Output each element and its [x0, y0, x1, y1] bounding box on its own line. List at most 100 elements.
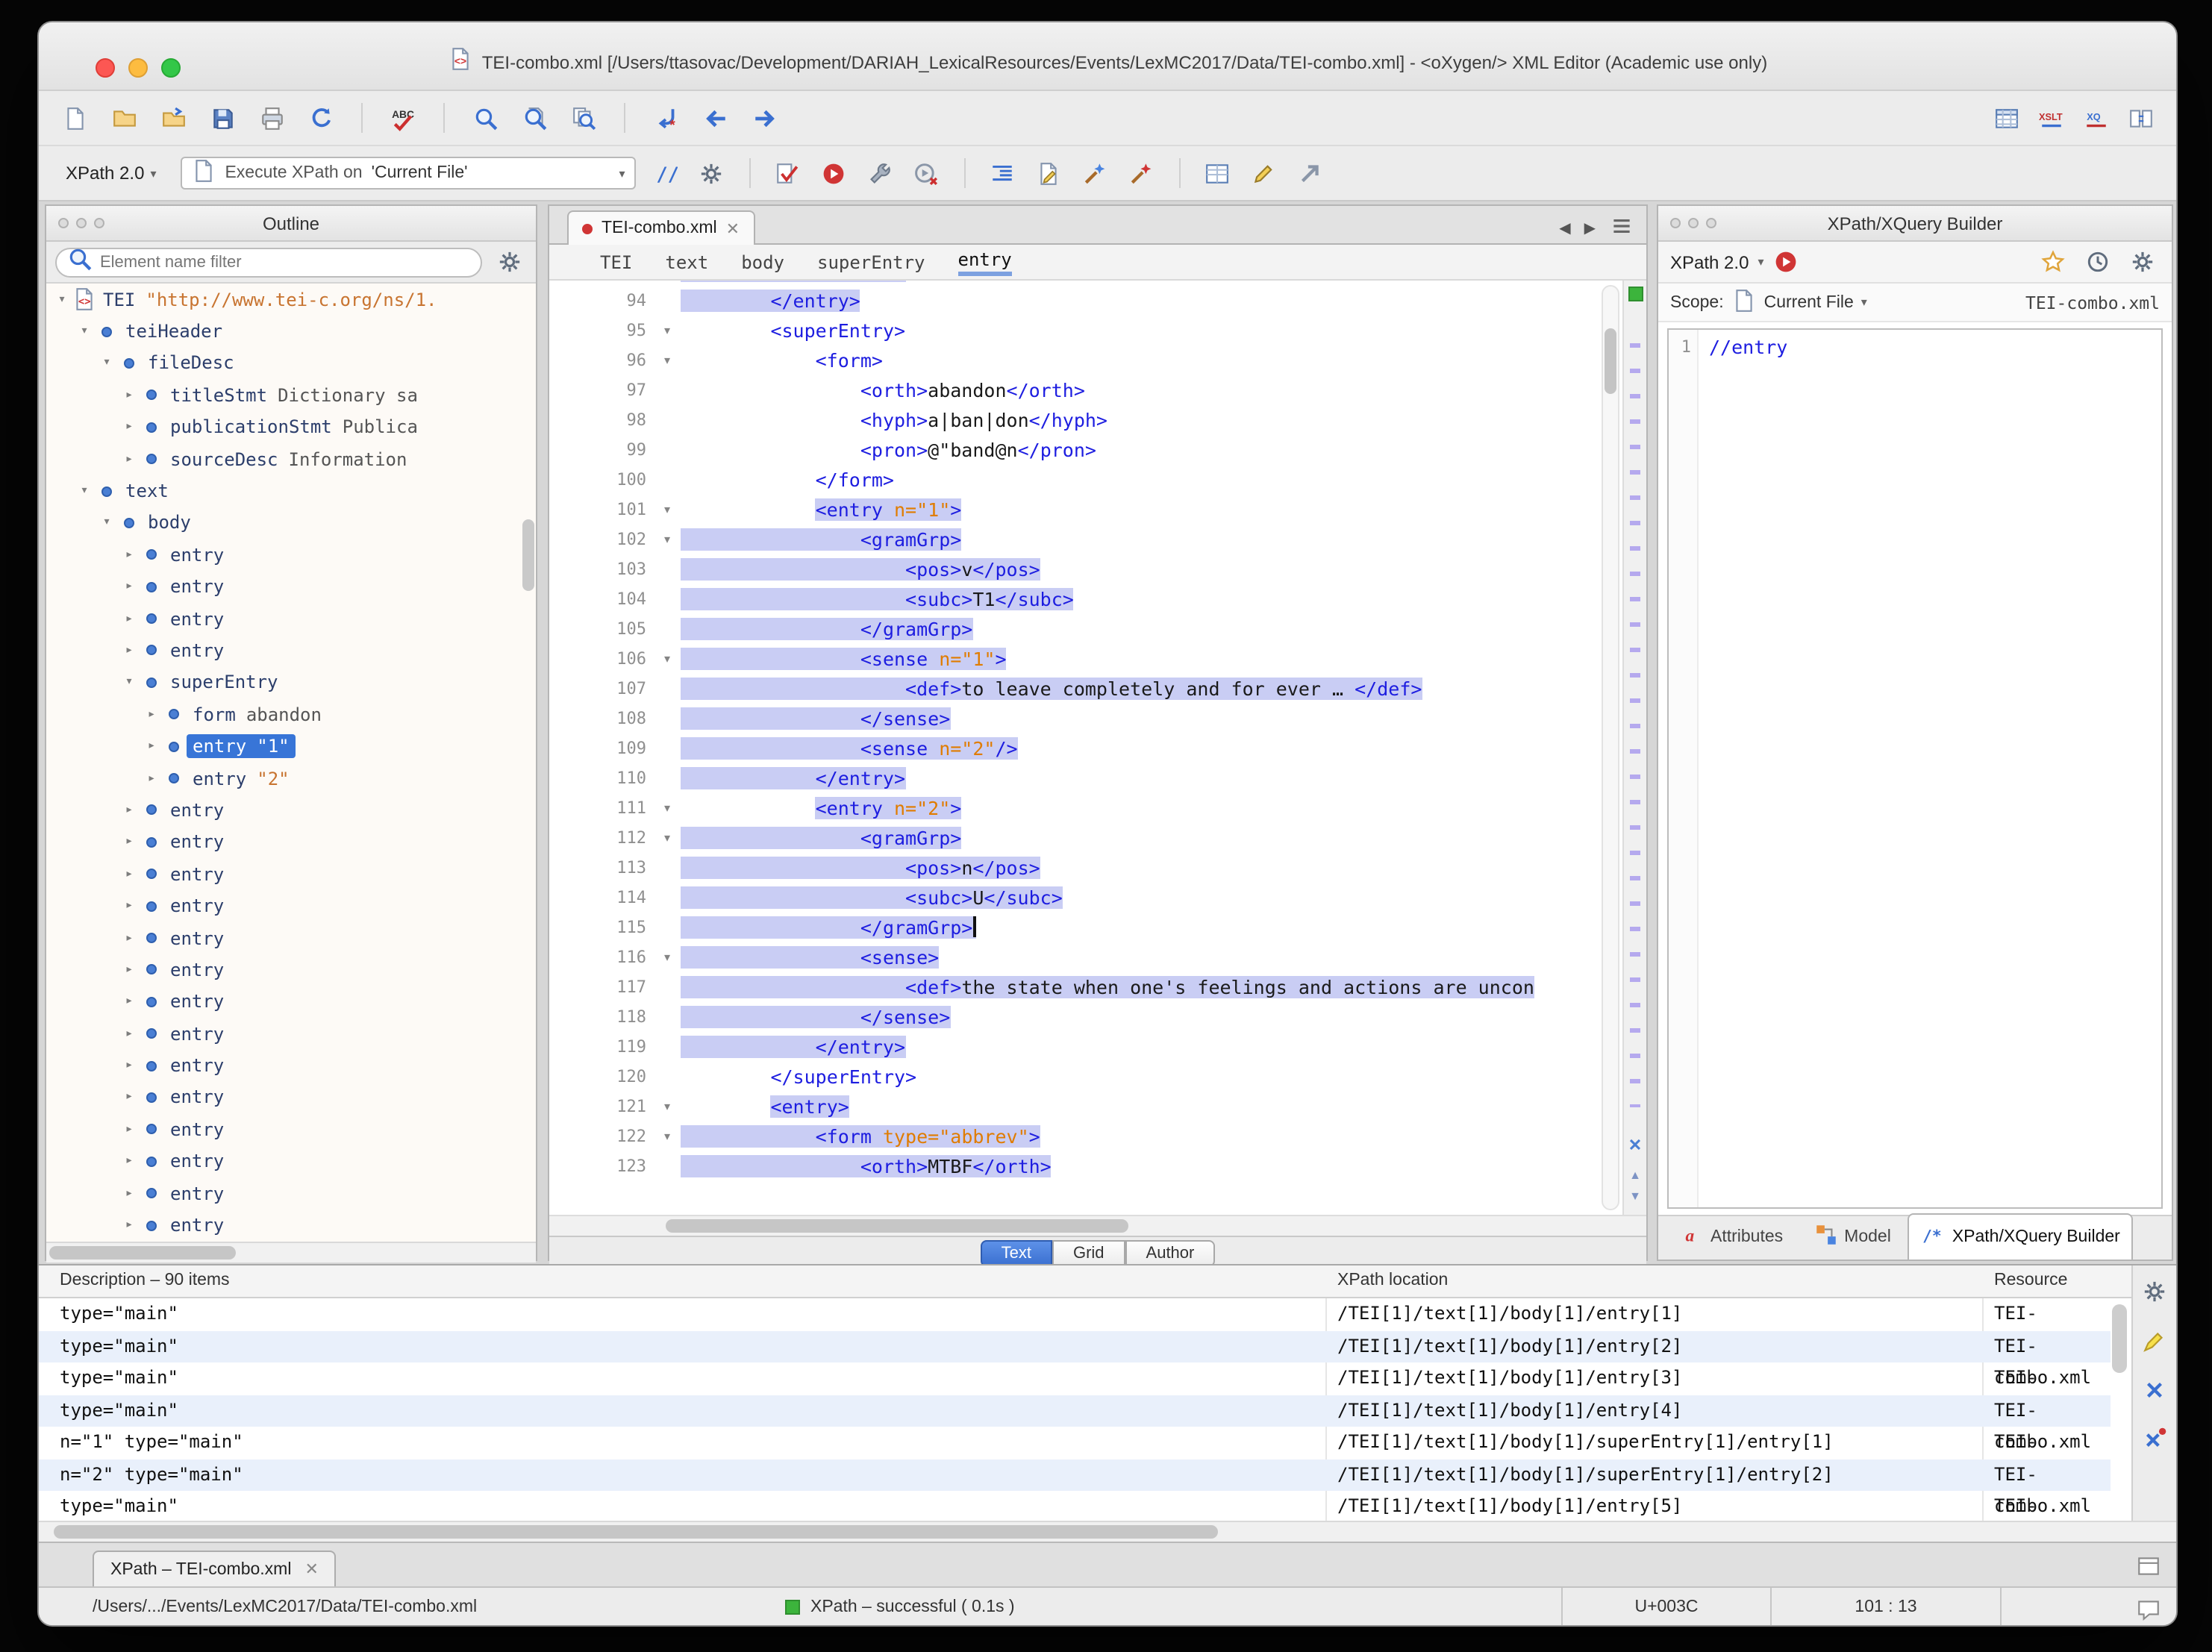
run-stop-icon[interactable] [908, 154, 944, 193]
wand-blue-icon[interactable] [1077, 154, 1113, 193]
outline-item-entry[interactable]: ▸entry [46, 922, 536, 954]
tree-twisty-icon[interactable]: ▸ [119, 1154, 139, 1168]
outline-item-teiHeader[interactable]: ▾teiHeader [46, 316, 536, 348]
tree-twisty-icon[interactable]: ▸ [119, 579, 139, 594]
code-line-120[interactable]: 120 </superEntry> [549, 1063, 1599, 1092]
run-xpath-icon[interactable] [1772, 243, 1799, 281]
outline-item-TEI[interactable]: ▾<>TEI"http://www.tei-c.org/ns/1. [46, 284, 536, 316]
tree-twisty-icon[interactable]: ▸ [119, 451, 139, 466]
search-in-files-icon[interactable] [566, 98, 602, 137]
outline-item-publicationStmt[interactable]: ▸publicationStmtPublica [46, 411, 536, 443]
outline-item-superEntry[interactable]: ▾superEntry [46, 666, 536, 698]
editor-horizontal-scrollbar[interactable] [549, 1215, 1646, 1236]
fold-toggle-icon[interactable]: ▾ [654, 346, 681, 376]
code-line-94[interactable]: 94 </entry> [549, 287, 1599, 316]
code-line-104[interactable]: 104 <subc>T1</subc> [549, 585, 1599, 615]
code-line-99[interactable]: 99 <pron>@"band@n</pron> [549, 436, 1599, 466]
settings-gear-icon[interactable] [2137, 1271, 2172, 1310]
column-resource[interactable]: Resource [1994, 1271, 2067, 1289]
editor-vertical-scrollbar[interactable] [1602, 285, 1619, 1210]
outline-item-entry[interactable]: ▸entry [46, 571, 536, 603]
tree-twisty-icon[interactable]: ▸ [119, 995, 139, 1010]
search-in-file-icon[interactable] [516, 98, 552, 137]
xquery-debugger-icon[interactable]: XQ [2078, 98, 2113, 137]
tree-twisty-icon[interactable]: ▾ [75, 484, 94, 498]
tree-twisty-icon[interactable]: ▸ [119, 611, 139, 626]
breadcrumb-item-superEntry[interactable]: superEntry [817, 251, 925, 272]
code-line-108[interactable]: 108 </sense> [549, 704, 1599, 734]
code-line-109[interactable]: 109 <sense n="2"/> [549, 734, 1599, 764]
forward-icon[interactable] [746, 98, 782, 137]
clear-icon[interactable] [2137, 1370, 2172, 1409]
outline-item-entry[interactable]: ▸entry [46, 795, 536, 827]
tree-twisty-icon[interactable]: ▸ [119, 643, 139, 658]
tree-twisty-icon[interactable]: ▸ [119, 388, 139, 403]
outline-item-entry[interactable]: ▸entry"2" [46, 763, 536, 795]
fold-toggle-icon[interactable]: ▾ [654, 943, 681, 973]
outline-item-entry[interactable]: ▸entry [46, 1050, 536, 1082]
results-vertical-scrollbar[interactable] [2112, 1304, 2127, 1373]
xpath-expression-combo[interactable]: Execute XPath on 'Current File' ▾ [180, 157, 635, 190]
gear-icon[interactable] [693, 154, 729, 193]
compare-icon[interactable] [2122, 98, 2158, 137]
fold-toggle-icon[interactable]: ▾ [654, 1092, 681, 1122]
table-icon[interactable] [1199, 154, 1235, 193]
spell-check-icon[interactable]: ABC [385, 98, 421, 137]
result-row-4[interactable]: type="main"/TEI[1]/text[1]/body[1]/entry… [39, 1395, 2111, 1427]
code-line-105[interactable]: 105 </gramGrp> [549, 615, 1599, 645]
tree-twisty-icon[interactable]: ▸ [119, 1186, 139, 1201]
xpath-expression-editor[interactable]: 1 //entry [1667, 328, 2163, 1209]
fold-toggle-icon[interactable]: ▾ [654, 525, 681, 555]
editor-list-icon[interactable] [1609, 213, 1634, 243]
mode-button-text[interactable]: Text [981, 1239, 1052, 1266]
settings-gear-icon[interactable] [2124, 243, 2160, 281]
tree-twisty-icon[interactable]: ▸ [119, 548, 139, 563]
code-line-102[interactable]: 102▾ <gramGrp> [549, 525, 1599, 555]
outline-item-entry[interactable]: ▸entry [46, 635, 536, 667]
editor-area[interactable]: 93 </sense>94 </entry>95▾ <superEntry>96… [549, 281, 1646, 1215]
code-line-117[interactable]: 117 <def>the state when one's feelings a… [549, 973, 1599, 1003]
wrench-icon[interactable] [862, 154, 898, 193]
pencil-icon[interactable] [1246, 154, 1281, 193]
outline-item-sourceDesc[interactable]: ▸sourceDescInformation [46, 443, 536, 475]
mode-button-author[interactable]: Author [1125, 1239, 1216, 1266]
code-line-98[interactable]: 98 <hyph>a|ban|don</hyph> [549, 406, 1599, 436]
clear-highlights-icon[interactable]: ✕ [1624, 1136, 1646, 1155]
breadcrumb-item-entry[interactable]: entry [958, 248, 1012, 275]
outline-item-entry[interactable]: ▸entry [46, 539, 536, 571]
outline-settings-gear-icon[interactable] [491, 243, 527, 281]
scope-select[interactable]: Current File [1764, 293, 1854, 311]
code-line-103[interactable]: 103 <pos>v</pos> [549, 555, 1599, 585]
outline-item-form[interactable]: ▸formabandon [46, 698, 536, 730]
outline-item-titleStmt[interactable]: ▸titleStmtDictionary sa [46, 379, 536, 411]
code-line-101[interactable]: 101▾ <entry n="1"> [549, 495, 1599, 525]
tree-twisty-icon[interactable]: ▾ [119, 675, 139, 690]
tree-twisty-icon[interactable]: ▸ [119, 420, 139, 435]
close-window-button[interactable] [96, 58, 115, 78]
close-tab-icon[interactable]: ✕ [726, 219, 740, 238]
result-row-6[interactable]: n="2" type="main"/TEI[1]/text[1]/body[1]… [39, 1459, 2111, 1491]
prev-editor-icon[interactable]: ◀ [1559, 220, 1570, 237]
fold-toggle-icon[interactable]: ▾ [654, 316, 681, 346]
next-marker-icon[interactable]: ▼ [1624, 1189, 1646, 1203]
code-line-96[interactable]: 96▾ <form> [549, 346, 1599, 376]
nav-arrow-icon[interactable] [1292, 154, 1328, 193]
outline-item-fileDesc[interactable]: ▾fileDesc [46, 348, 536, 380]
search-icon[interactable] [467, 98, 503, 137]
tree-twisty-icon[interactable]: ▸ [142, 707, 161, 722]
validate-icon[interactable] [769, 154, 805, 193]
code-line-123[interactable]: 123 <orth>MTBF</orth> [549, 1152, 1599, 1182]
outline-item-text[interactable]: ▾text [46, 475, 536, 507]
result-row-2[interactable]: type="main"/TEI[1]/text[1]/body[1]/entry… [39, 1330, 2111, 1362]
outline-item-entry[interactable]: ▸entry [46, 954, 536, 986]
code-line-122[interactable]: 122▾ <form type="abbrev"> [549, 1122, 1599, 1152]
tree-twisty-icon[interactable]: ▸ [119, 1122, 139, 1137]
save-icon[interactable] [204, 98, 240, 137]
xpath-version-select[interactable]: XPath 2.0 ▾ [57, 160, 165, 187]
doc-edit-icon[interactable] [1031, 154, 1066, 193]
code-line-114[interactable]: 114 <subc>U</subc> [549, 883, 1599, 913]
outline-item-entry[interactable]: ▸entry [46, 1177, 536, 1210]
minimize-window-button[interactable] [128, 58, 148, 78]
outline-item-entry[interactable]: ▸entry [46, 1145, 536, 1177]
highlight-pen-icon[interactable] [2137, 1321, 2172, 1360]
